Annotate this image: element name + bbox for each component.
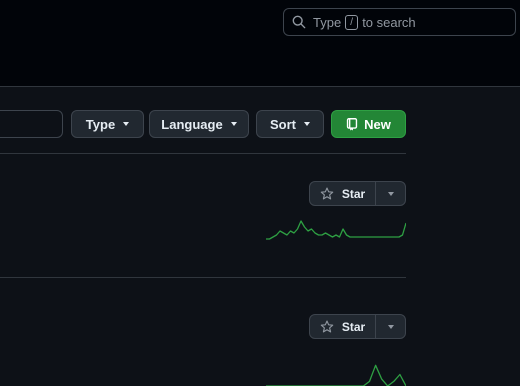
star-button[interactable]: Star [310,182,376,205]
search-prefix: Type [313,14,342,30]
star-list-dropdown[interactable] [376,182,405,205]
activity-line [266,220,406,240]
search-suffix: to search [362,14,416,30]
star-button-group: Star [309,181,406,206]
divider [0,277,406,278]
search-icon [292,15,306,29]
star-label: Star [341,186,366,201]
star-icon [320,186,334,199]
sort-label: Sort [270,116,296,132]
sort-button[interactable]: Sort [256,110,324,138]
caret-down-icon [387,324,394,329]
language-filter-button[interactable]: Language [149,110,249,138]
top-header: Type / to search [0,0,520,87]
caret-down-icon [304,122,310,126]
star-label: Star [341,319,366,334]
new-repo-button[interactable]: New [331,110,406,138]
language-filter-label: Language [161,116,223,132]
search-shortcut-key: / [345,14,359,30]
type-filter-label: Type [85,116,116,132]
star-button[interactable]: Star [310,315,376,338]
star-icon [320,319,334,332]
repo-icon [346,117,358,131]
star-button-group: Star [309,314,406,339]
new-repo-label: New [364,116,391,132]
star-list-dropdown[interactable] [376,315,405,338]
search-input[interactable]: Type / to search [283,8,516,36]
type-filter-button[interactable]: Type [71,110,144,138]
caret-down-icon [123,122,130,126]
repo-filter-input[interactable] [0,110,63,138]
activity-sparkline [266,364,406,386]
caret-down-icon [230,122,237,126]
activity-line [266,364,406,386]
activity-sparkline [266,220,406,240]
caret-down-icon [387,191,394,196]
divider [0,153,406,154]
